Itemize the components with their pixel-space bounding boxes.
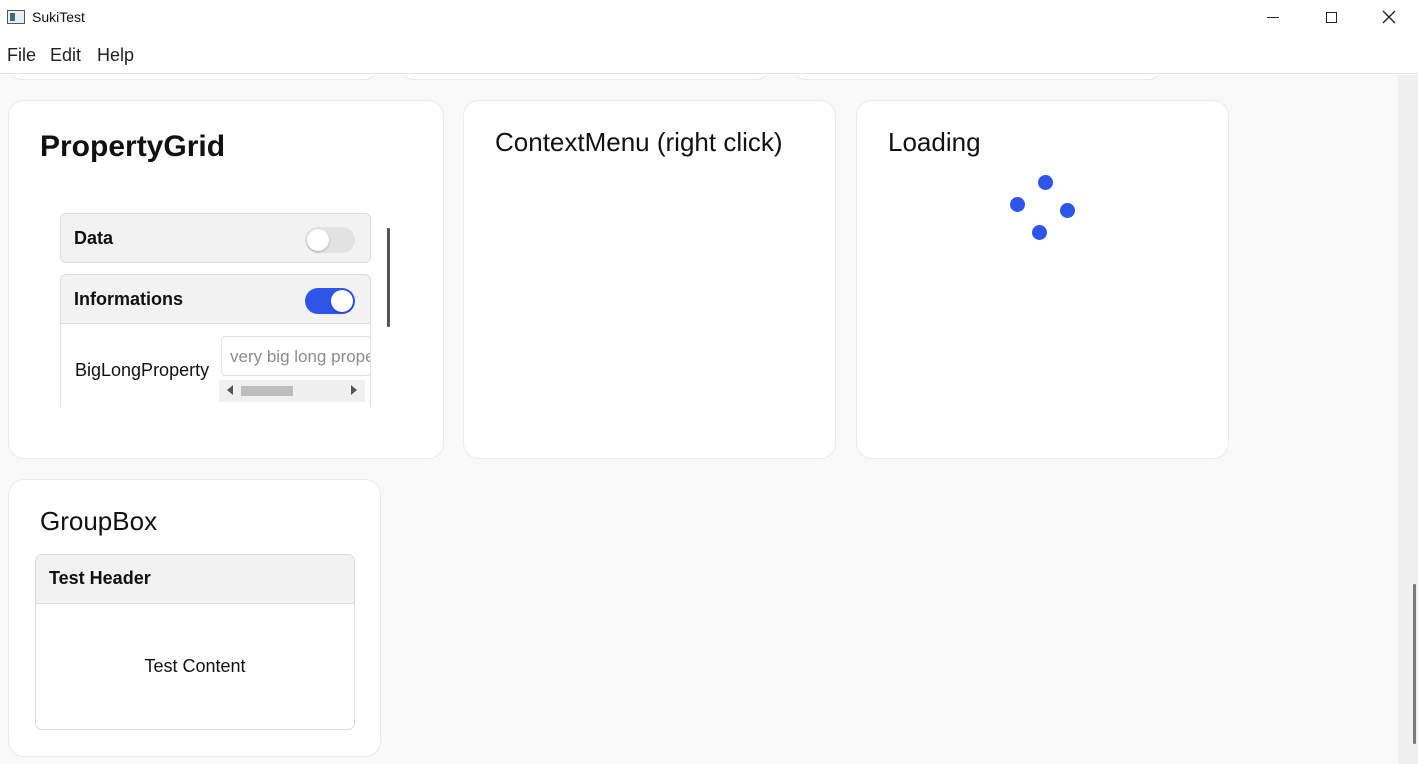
minimize-button[interactable] <box>1244 0 1302 34</box>
app-window-icon <box>7 10 25 24</box>
close-button[interactable] <box>1360 0 1418 34</box>
property-value-text: very big long property <box>230 347 370 366</box>
toggle-knob <box>307 229 329 251</box>
property-grid-card: PropertyGrid Data Informations BigLongPr… <box>8 100 444 459</box>
title-bar: SukiTest <box>0 0 1418 34</box>
property-grid: Data Informations BigLongProperty very b… <box>60 213 372 407</box>
menu-help[interactable]: Help <box>97 45 134 66</box>
minimize-icon <box>1267 16 1279 18</box>
section-label: Data <box>74 228 114 248</box>
loading-dot <box>1038 175 1053 190</box>
context-menu-card[interactable]: ContextMenu (right click) <box>463 100 836 459</box>
group-box-header: Test Header <box>36 555 354 604</box>
maximize-button[interactable] <box>1302 0 1360 34</box>
property-row: BigLongProperty very big long property <box>61 323 371 407</box>
scroll-thumb[interactable] <box>241 386 293 396</box>
scrolled-card <box>792 75 1162 80</box>
property-name: BigLongProperty <box>75 360 210 380</box>
property-section-data[interactable]: Data <box>60 213 371 263</box>
group-box: Test Header Test Content <box>35 554 355 730</box>
scroll-left-arrow-icon[interactable] <box>227 385 233 395</box>
group-box-header-text: Test Header <box>49 568 151 588</box>
informations-toggle[interactable] <box>305 288 355 314</box>
close-icon <box>1382 10 1396 24</box>
window-title: SukiTest <box>32 9 85 25</box>
loading-dot <box>1032 225 1047 240</box>
maximize-icon <box>1325 11 1337 23</box>
card-title: GroupBox <box>40 506 158 536</box>
section-label: Informations <box>74 289 184 309</box>
loading-dot <box>1010 197 1025 212</box>
property-value-input[interactable]: very big long property <box>221 336 371 376</box>
group-box-card: GroupBox Test Header Test Content <box>8 479 381 757</box>
scroll-right-arrow-icon[interactable] <box>351 385 357 395</box>
property-section-informations[interactable]: Informations BigLongProperty very big lo… <box>60 274 371 407</box>
data-toggle[interactable] <box>305 227 355 253</box>
menu-bar: File Edit Help <box>0 34 1418 74</box>
card-title: Loading <box>888 127 981 157</box>
loading-card: Loading <box>856 100 1229 459</box>
loading-dot <box>1060 203 1075 218</box>
scrolled-card <box>8 75 378 80</box>
scrolled-card <box>400 75 770 80</box>
horizontal-scrollbar[interactable] <box>219 380 365 402</box>
main-scroll-thumb[interactable] <box>1413 584 1416 744</box>
group-box-content: Test Content <box>144 656 246 676</box>
content-area: PropertyGrid Data Informations BigLongPr… <box>0 75 1398 764</box>
toggle-knob <box>331 290 353 312</box>
vertical-scroll-thumb[interactable] <box>387 228 390 327</box>
card-title: ContextMenu (right click) <box>495 127 783 157</box>
card-title: PropertyGrid <box>40 130 226 163</box>
menu-edit[interactable]: Edit <box>50 45 81 66</box>
menu-file[interactable]: File <box>7 45 36 66</box>
